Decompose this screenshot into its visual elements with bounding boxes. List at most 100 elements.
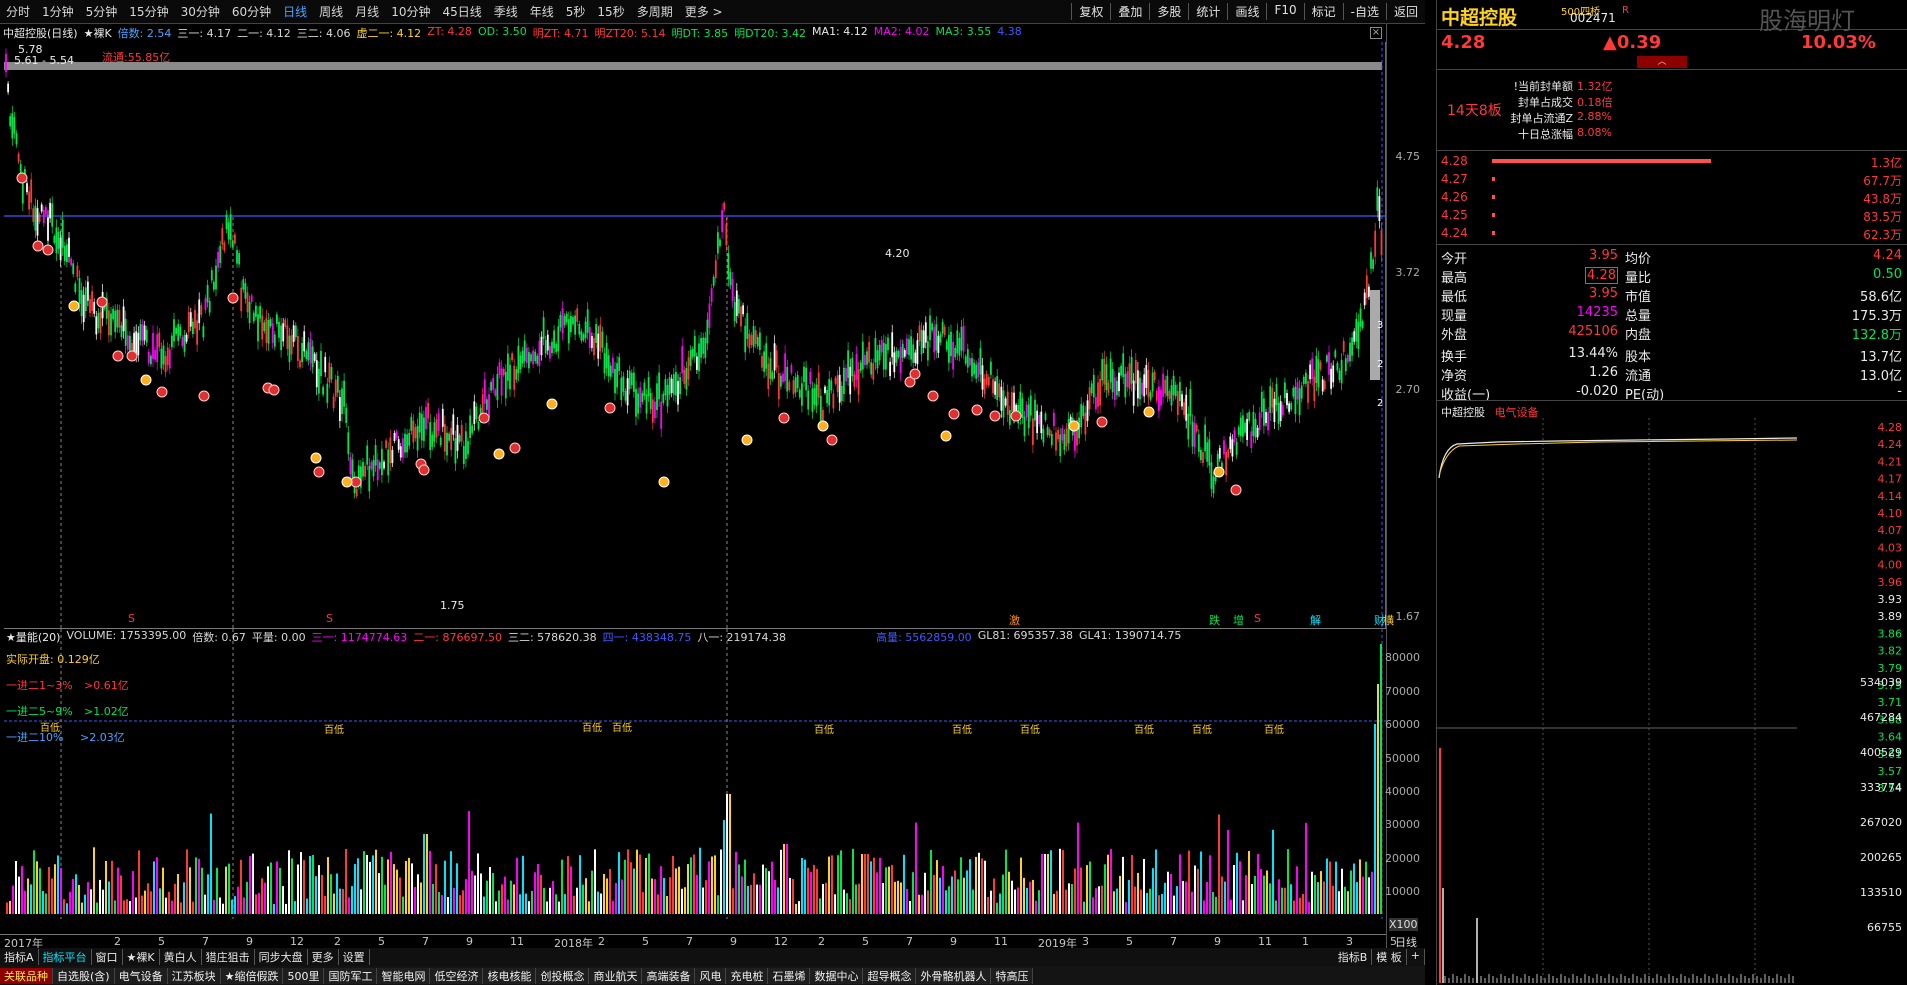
candle: [129, 335, 131, 351]
sector-tab-8[interactable]: 低空经济: [430, 967, 484, 984]
toolbar-button-0[interactable]: 复权: [1071, 3, 1110, 20]
period-3[interactable]: 15分钟: [123, 3, 174, 20]
toolbar-button-6[interactable]: 标记: [1303, 3, 1343, 20]
sector-tab-1[interactable]: 自选股(含): [53, 967, 115, 984]
period-11[interactable]: 季线: [488, 3, 524, 20]
seal-value: 8.08%: [1577, 126, 1612, 139]
sector-tab-4[interactable]: ★缩倍假跌: [220, 967, 284, 984]
rule-1-value: >0.61亿: [84, 679, 129, 692]
toolbar-button-3[interactable]: 统计: [1188, 3, 1227, 20]
stat-cell: 425106: [1568, 324, 1618, 339]
volume-bar: [1188, 850, 1190, 914]
period-7[interactable]: 周线: [313, 3, 349, 20]
toolbar-button-1[interactable]: 叠加: [1110, 3, 1149, 20]
sector-tab-7[interactable]: 智能电网: [377, 967, 431, 984]
period-0[interactable]: 分时: [0, 3, 36, 20]
indicator-tab-1[interactable]: 指标平台: [39, 949, 92, 965]
book-row[interactable]: 4.24 62.3万: [1437, 225, 1907, 242]
book-row[interactable]: 4.26 43.8万: [1437, 189, 1907, 206]
sector-tab-11[interactable]: 商业航天: [589, 967, 643, 984]
sector-tab-14[interactable]: 充电桩: [726, 967, 769, 984]
candle: [1281, 405, 1284, 415]
indicator-tab-8[interactable]: 设置: [339, 949, 370, 965]
kline-chart[interactable]: 5.78 5.61 - 5.54 流通:55.85亿 4.20 1.75 SS激…: [4, 42, 1394, 628]
sector-tab-2[interactable]: 电气设备: [114, 967, 168, 984]
sector-tab-17[interactable]: 超导概念: [863, 967, 917, 984]
volume-bar: [318, 865, 320, 914]
period-1[interactable]: 1分钟: [36, 3, 80, 20]
sector-tab-13[interactable]: 风电: [695, 967, 727, 984]
period-10[interactable]: 45日线: [436, 3, 487, 20]
intraday-chart[interactable]: 4.28 4.24 4.21 4.17 4.14 4.10 4.07 4.03 4.00 3.96…: [1437, 418, 1907, 983]
indicator-tab-2[interactable]: 窗口: [92, 949, 123, 965]
volume-bar: [1311, 871, 1313, 914]
indicator-tab-right-2[interactable]: +: [1407, 949, 1425, 965]
candle: [1225, 451, 1227, 476]
period-12[interactable]: 年线: [524, 3, 560, 20]
period-6[interactable]: 日线: [277, 3, 313, 20]
sector-tab-19[interactable]: 特高压: [991, 967, 1034, 984]
period-2[interactable]: 5分钟: [80, 3, 124, 20]
toolbar-button-5[interactable]: F10: [1266, 3, 1303, 20]
volume-bar: [1263, 875, 1265, 914]
timeframe-label[interactable]: 日线: [1386, 934, 1425, 949]
candle: [523, 340, 526, 362]
volume-bar: [867, 854, 869, 914]
intraday-vol-label: 200265: [1860, 851, 1902, 864]
period-8[interactable]: 月线: [349, 3, 385, 20]
volume-bar: [357, 858, 359, 914]
volume-bar: [399, 877, 401, 914]
period-16[interactable]: 更多 >: [679, 3, 729, 20]
collapse-button[interactable]: ︿: [1637, 56, 1687, 68]
close-icon[interactable]: ×: [1370, 27, 1382, 39]
sector-tab-10[interactable]: 创投概念: [536, 967, 590, 984]
volume-bar: [771, 861, 773, 914]
volume-bar: [966, 870, 968, 914]
toolbar-button-4[interactable]: 画线: [1227, 3, 1266, 20]
volume-bar: [81, 902, 83, 914]
volume-bar: [204, 894, 206, 914]
book-row[interactable]: 4.27 67.7万: [1437, 171, 1907, 188]
indicator-tab-5[interactable]: 猎庄狙击: [202, 949, 255, 965]
peak-label: 4.20: [885, 247, 910, 260]
indicator-tab-right-1[interactable]: 模 板: [1372, 949, 1407, 965]
indicator-tab-0[interactable]: 指标A: [0, 949, 39, 965]
volume-bar: [630, 862, 632, 914]
toolbar-button-2[interactable]: 多股: [1149, 3, 1188, 20]
sector-tab-12[interactable]: 高端装备: [642, 967, 696, 984]
book-row[interactable]: 4.28 1.3亿: [1437, 153, 1907, 170]
volume-bar: [363, 851, 365, 914]
sector-tab-9[interactable]: 核电核能: [483, 967, 537, 984]
candle: [204, 298, 207, 310]
indicator-tab-3[interactable]: ★裸K: [123, 949, 160, 965]
sector-tab-5[interactable]: 500里: [283, 967, 325, 984]
period-15[interactable]: 多周期: [631, 3, 679, 20]
kline-mode[interactable]: ★裸K: [84, 25, 112, 41]
stat-cell: 现量: [1441, 309, 1468, 324]
last-price: 4.28: [1441, 32, 1486, 53]
toolbar-button-8[interactable]: 返回: [1385, 3, 1425, 20]
period-4[interactable]: 30分钟: [175, 3, 226, 20]
sector-tab-0[interactable]: 关联品种: [0, 967, 53, 984]
sector-tab-3[interactable]: 江苏板块: [167, 967, 221, 984]
period-9[interactable]: 10分钟: [385, 3, 436, 20]
toolbar-button-7[interactable]: -自选: [1342, 3, 1386, 20]
period-5[interactable]: 60分钟: [226, 3, 277, 20]
volume-bar: [1377, 684, 1379, 914]
volume-chart[interactable]: ★量能(20) VOLUME: 1753395.00 倍数: 0.67 平量: 0.…: [4, 628, 1386, 919]
book-row[interactable]: 4.25 83.5万: [1437, 207, 1907, 224]
period-13[interactable]: 5秒: [560, 3, 592, 20]
book-bar: [1492, 177, 1495, 181]
indicator-tab-7[interactable]: 更多: [308, 949, 339, 965]
indicator-tab-right-0[interactable]: 指标B: [1334, 949, 1373, 965]
indicator-tab-6[interactable]: 同步大盘: [255, 949, 308, 965]
volume-bar: [1110, 849, 1112, 914]
axis-label: 3.72: [1395, 266, 1421, 279]
sector-tab-15[interactable]: 石墨烯: [768, 967, 811, 984]
period-14[interactable]: 15秒: [591, 3, 630, 20]
candle: [1275, 383, 1278, 406]
sector-tab-16[interactable]: 数据中心: [810, 967, 864, 984]
sector-tab-6[interactable]: 国防军工: [324, 967, 378, 984]
sector-tab-18[interactable]: 外骨骼机器人: [916, 967, 992, 984]
indicator-tab-4[interactable]: 黄白人: [160, 949, 202, 965]
